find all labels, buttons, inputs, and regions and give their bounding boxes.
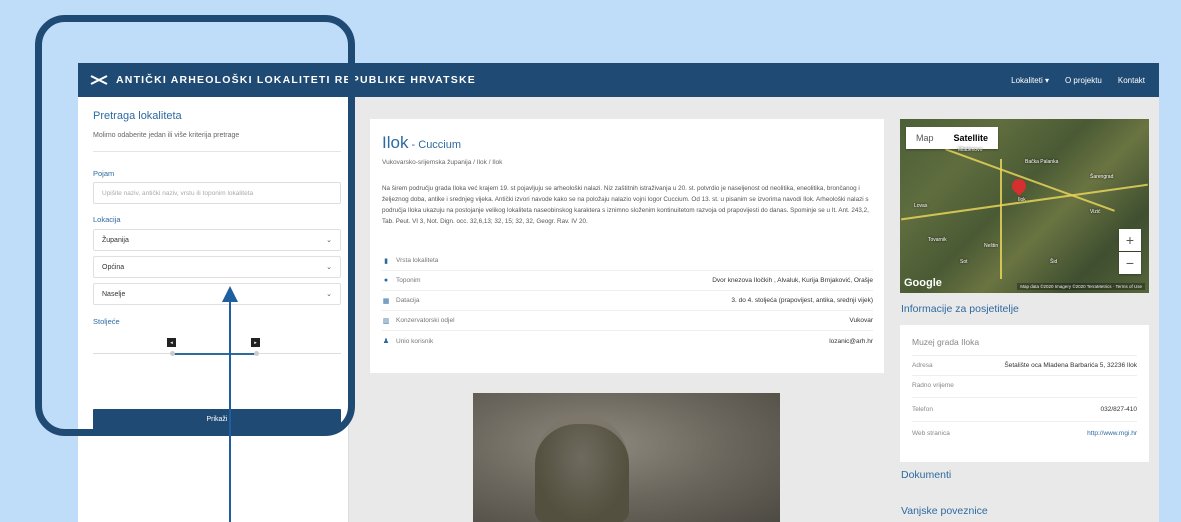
info-row: Radno vrijeme (912, 375, 1137, 395)
search-subtitle: Molimo odaberite jedan ili više kriterij… (93, 132, 240, 139)
slider-range (173, 353, 258, 355)
site-photo[interactable] (473, 393, 780, 522)
info-key: Web stranica (912, 430, 950, 437)
info-value: 032/827-410 (1100, 406, 1137, 413)
slider-handle-max[interactable]: ▸ (251, 338, 260, 347)
property-key: Toponim (396, 277, 421, 284)
century-range-slider[interactable]: ◂ ▸ (93, 335, 341, 369)
site-ancient-name: - Cuccium (408, 139, 462, 151)
map-place-label: Tovarnik (928, 237, 947, 243)
visitor-info-title: Informacije za posjetitelje (901, 303, 1019, 315)
map-road (1000, 159, 1002, 279)
external-links-title[interactable]: Vanjske poveznice (901, 505, 988, 517)
naselje-select-value: Naselje (102, 290, 126, 298)
slider-handle-min[interactable]: ◂ (167, 338, 176, 347)
site-description: Na širem području grada Iloka već krajem… (382, 185, 869, 225)
property-key: Konzervatorski odjel (396, 317, 455, 324)
chevron-down-icon: ⌄ (326, 237, 332, 244)
property-row: ▮ Vrsta lokaliteta (382, 251, 873, 271)
property-row: ▦ Datacija 3. do 4. stoljeća (prapovijest… (382, 291, 873, 311)
map-tab-satellite[interactable]: Satellite (944, 127, 999, 149)
map-place-label: Šid (1050, 259, 1058, 265)
ceramic-pot-image (535, 416, 629, 522)
map-place-label: Šarengrad (1090, 174, 1114, 180)
website-link[interactable]: http://www.mgi.hr (1087, 430, 1137, 437)
nav-o-projektu[interactable]: O projektu (1065, 76, 1102, 85)
property-key: Vrsta lokaliteta (396, 257, 439, 264)
site-detail-card: Ilok - Cuccium Vukovarsko-srijemska župa… (370, 119, 884, 373)
calendar-icon: ▦ (382, 297, 390, 305)
user-icon: ♟ (382, 338, 390, 345)
map-marker-icon: ● (383, 277, 389, 284)
institution-icon: ▥ (382, 317, 390, 325)
property-value: lozanic@arh.hr (829, 337, 873, 345)
pojam-search-input[interactable]: Upišite naziv, antički naziv, vrstu ili … (93, 182, 341, 204)
documents-title[interactable]: Dokumenti (901, 469, 951, 481)
chevron-down-icon: ⌄ (326, 291, 332, 298)
nav-links: Lokaliteti ▾ O projektu Kontakt (1011, 63, 1145, 97)
info-row: Telefon 032/827-410 (912, 397, 1137, 421)
map-place-label: Mladenovo (958, 147, 983, 153)
opcina-select[interactable]: Općina ⌄ (93, 256, 341, 278)
property-value: 3. do 4. stoljeća (prapovijest, antika, … (731, 297, 873, 304)
nav-kontakt[interactable]: Kontakt (1118, 76, 1145, 85)
zupanija-select-value: Županija (102, 236, 129, 244)
map-tab-map[interactable]: Map (906, 127, 944, 149)
info-row: Adresa Šetalište oca Mladena Barbarića 5… (912, 355, 1137, 375)
property-value: Dvor knezova Iločkih , Alvaluk, Kurija B… (712, 277, 873, 284)
visitor-info-card: Muzej grada Iloka Adresa Šetalište oca M… (900, 325, 1149, 462)
lokacija-label: Lokacija (93, 215, 121, 224)
browser-window: ANTIČKI ARHEOLOŠKI LOKALITETI REPUBLIKE … (78, 63, 1159, 522)
info-key: Adresa (912, 362, 933, 369)
google-logo: Google (904, 277, 942, 289)
brand-title: ANTIČKI ARHEOLOŠKI LOKALITETI REPUBLIKE … (116, 74, 476, 86)
nav-lokaliteti[interactable]: Lokaliteti ▾ (1011, 76, 1049, 85)
search-sidebar: Pretraga lokaliteta Molimo odaberite jed… (78, 97, 349, 522)
site-title: Ilok - Cuccium (382, 133, 461, 153)
zoom-in-button[interactable]: + (1119, 229, 1141, 251)
bookmark-icon: ▮ (384, 257, 388, 265)
map-type-tabs: Map Satellite (906, 127, 999, 149)
property-key: Unio korisnik (396, 337, 434, 345)
map-place-label: Lovas (914, 203, 928, 209)
stoljece-label: Stoljeće (93, 317, 120, 326)
slider-dot (254, 351, 259, 356)
opcina-select-value: Općina (102, 263, 125, 271)
zupanija-select[interactable]: Županija ⌄ (93, 229, 341, 251)
property-value: Vukovar (849, 317, 873, 324)
search-title: Pretraga lokaliteta (93, 110, 182, 122)
info-value: Šetalište oca Mladena Barbarića 5, 32236… (1004, 362, 1137, 369)
site-name: Ilok (382, 133, 409, 152)
divider (93, 151, 341, 152)
slider-dot (170, 351, 175, 356)
property-key: Datacija (396, 297, 420, 304)
search-button[interactable]: Prikaži (93, 409, 341, 430)
info-key: Radno vrijeme (912, 382, 954, 389)
map-place-label: Ilok (1018, 197, 1026, 203)
breadcrumb: Vukovarsko-srijemska županija / Ilok / I… (382, 159, 503, 166)
info-row: Web stranica http://www.mgi.hr (912, 421, 1137, 445)
info-key: Telefon (912, 406, 933, 413)
map-place-label: Sot (960, 259, 968, 265)
property-row: ● Toponim Dvor knezova Iločkih , Alvaluk,… (382, 271, 873, 291)
map-place-label: Neštin (984, 243, 999, 249)
brand[interactable]: ANTIČKI ARHEOLOŠKI LOKALITETI REPUBLIKE … (90, 63, 476, 97)
map-place-label: Vizić (1090, 209, 1101, 215)
satellite-map[interactable]: Map Satellite Mladenovo Bačka Palanka Il… (900, 119, 1149, 293)
pojam-label: Pojam (93, 169, 115, 178)
top-navbar: ANTIČKI ARHEOLOŠKI LOKALITETI REPUBLIKE … (78, 63, 1159, 97)
museum-name: Muzej grada Iloka (912, 337, 980, 347)
amphora-logo-icon (90, 75, 108, 85)
property-row: ♟ Unio korisnik lozanic@arh.hr (382, 331, 873, 351)
property-row: ▥ Konzervatorski odjel Vukovar (382, 311, 873, 331)
map-place-label: Bačka Palanka (1025, 159, 1059, 165)
chevron-down-icon: ⌄ (326, 264, 332, 271)
zoom-out-button[interactable]: − (1119, 252, 1141, 274)
naselje-select[interactable]: Naselje ⌄ (93, 283, 341, 305)
map-attribution[interactable]: Map data ©2020 Imagery ©2020 TerraMetric… (1017, 283, 1145, 290)
